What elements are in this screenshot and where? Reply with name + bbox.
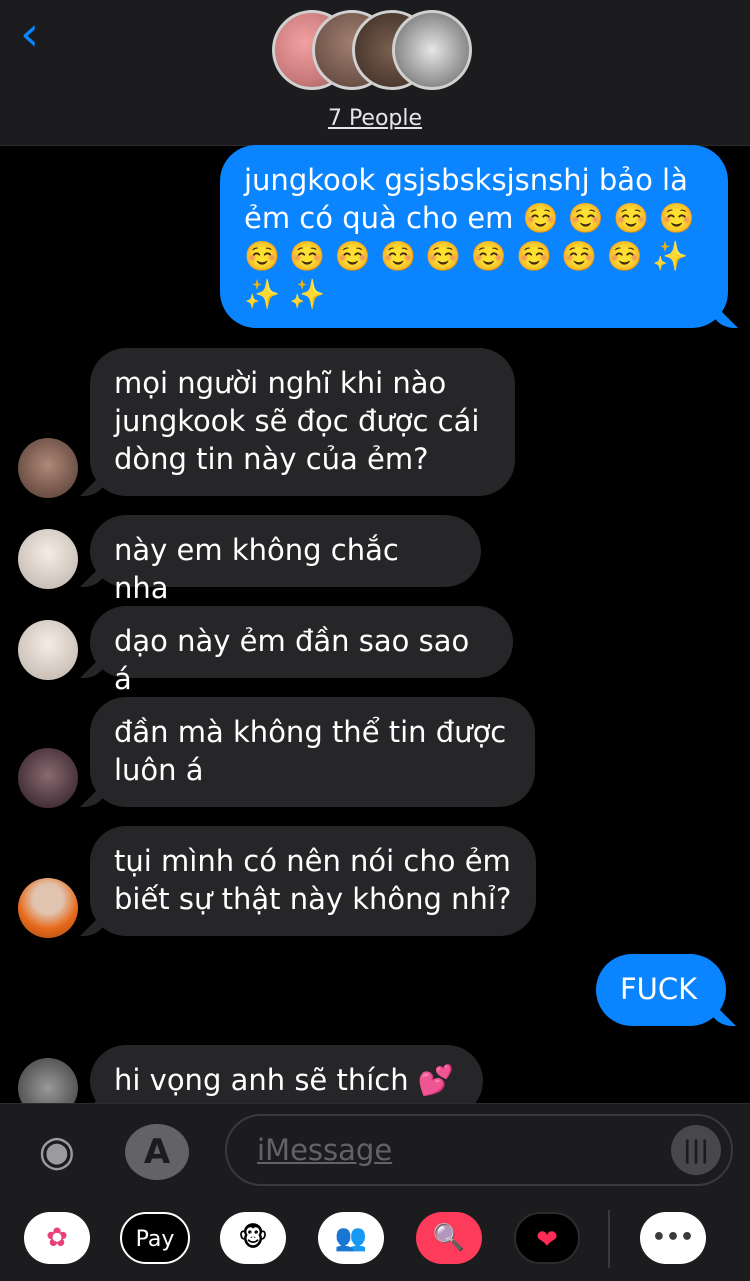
app-drawer: ✿ Pay 🐵 👥 🔍 ❤ ••• [0,1208,750,1278]
conversation-header: ‹ 7 People [0,0,750,146]
message-text: đần mà không thể tin được luôn á [114,715,507,787]
received-message: tụi mình có nên nói cho ẻm biết sự thật … [90,826,536,936]
app-store-icon[interactable]: A [125,1124,189,1180]
group-avatars[interactable] [272,10,482,96]
message-text: hi vọng anh sẽ thích 💕 [114,1063,454,1097]
group-avatar-4 [392,10,472,90]
received-message: này em không chắc nha [90,515,481,605]
photos-app-icon[interactable]: ✿ [24,1212,90,1264]
message-input[interactable]: iMessage ||| [225,1114,733,1186]
message-input-placeholder: iMessage [257,1133,393,1167]
sender-avatar [18,620,78,680]
tray-divider [608,1210,610,1268]
audio-message-icon[interactable]: ||| [671,1125,721,1175]
message-text: mọi người nghĩ khi nào jungkook sẽ đọc đ… [114,366,480,476]
message-text: này em không chắc nha [114,533,399,605]
back-chevron-icon[interactable]: ‹ [20,10,60,60]
image-search-icon[interactable]: 🔍 [416,1212,482,1264]
sent-message: jungkook gsjsbsksjsnshj bảo là ẻm có quà… [220,145,728,328]
received-message: mọi người nghĩ khi nào jungkook sẽ đọc đ… [90,348,515,496]
memoji-icon[interactable]: 👥 [318,1212,384,1264]
sender-avatar [18,878,78,938]
message-text: FUCK [620,972,698,1006]
received-message: dạo này ẻm đần sao sao á [90,606,513,696]
apple-pay-icon[interactable]: Pay [120,1212,190,1264]
sender-avatar [18,748,78,808]
sender-avatar [18,529,78,589]
message-text: jungkook gsjsbsksjsnshj bảo là ẻm có quà… [244,163,695,311]
received-message: đần mà không thể tin được luôn á [90,697,535,807]
camera-icon[interactable]: ◉ [30,1124,84,1178]
more-apps-icon[interactable]: ••• [640,1212,706,1264]
sender-avatar [18,438,78,498]
message-text: dạo này ẻm đần sao sao á [114,624,470,696]
compose-bar: ◉ A iMessage ||| ✿ Pay 🐵 👥 🔍 ❤ ••• [0,1103,750,1281]
sent-message: FUCK [596,954,726,1026]
animoji-icon[interactable]: 🐵 [220,1212,286,1264]
message-text: tụi mình có nên nói cho ẻm biết sự thật … [114,844,512,916]
digital-touch-icon[interactable]: ❤ [514,1212,580,1264]
group-people-count[interactable]: 7 People [0,106,750,131]
